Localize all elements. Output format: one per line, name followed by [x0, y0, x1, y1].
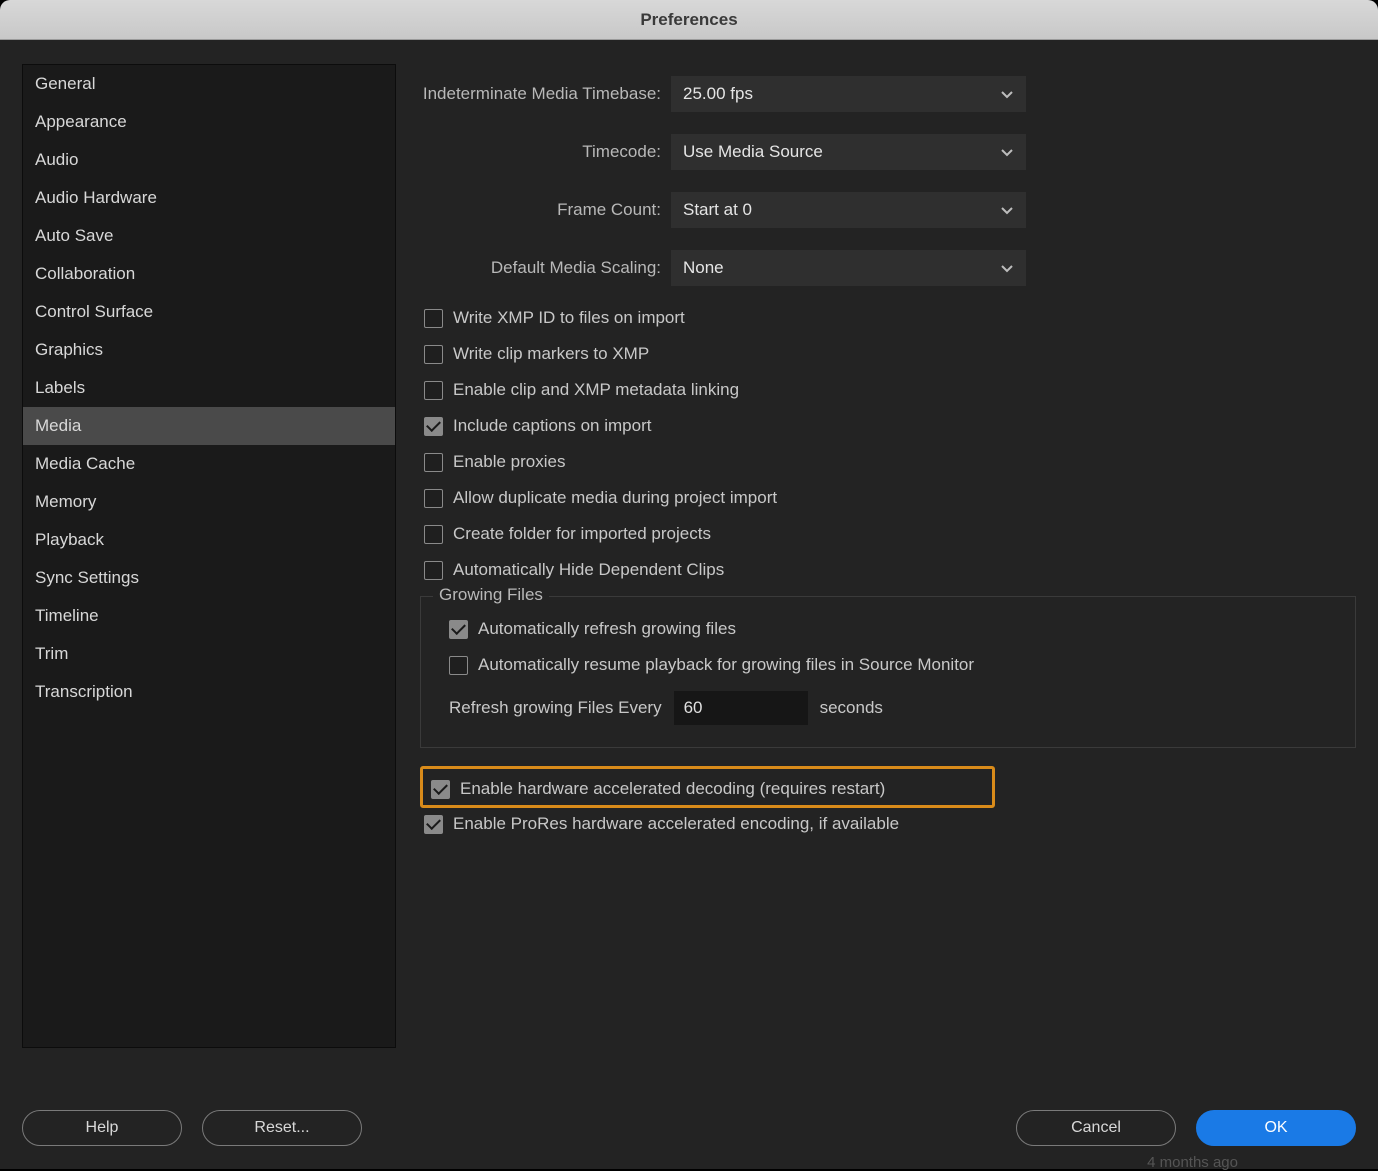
- checkbox-allow-duplicate[interactable]: Allow duplicate media during project imp…: [420, 488, 1356, 508]
- dialog-footer: Help Reset... Cancel OK: [22, 1087, 1356, 1149]
- checkbox-icon: [424, 345, 443, 364]
- label-timebase: Indeterminate Media Timebase:: [420, 84, 671, 104]
- checkbox-include-captions[interactable]: Include captions on import: [420, 416, 1356, 436]
- cancel-button[interactable]: Cancel: [1016, 1110, 1176, 1146]
- select-timecode[interactable]: Use Media Source: [671, 134, 1026, 170]
- sidebar-item-memory[interactable]: Memory: [23, 483, 395, 521]
- checkbox-label: Automatically Hide Dependent Clips: [453, 560, 724, 580]
- sidebar-item-transcription[interactable]: Transcription: [23, 673, 395, 711]
- checkbox-icon: [449, 656, 468, 675]
- checkbox-hide-dependent[interactable]: Automatically Hide Dependent Clips: [420, 560, 1356, 580]
- checkbox-icon: [431, 780, 450, 799]
- label-scaling: Default Media Scaling:: [420, 258, 671, 278]
- select-timebase-value: 25.00 fps: [683, 84, 753, 104]
- checkbox-label: Enable clip and XMP metadata linking: [453, 380, 739, 400]
- checkbox-icon: [424, 381, 443, 400]
- refresh-interval-row: Refresh growing Files Every 60 seconds: [445, 691, 1331, 725]
- checkbox-label: Create folder for imported projects: [453, 524, 711, 544]
- ghost-timestamp: 4 months ago: [1147, 1154, 1238, 1171]
- checkbox-auto-resume-growing[interactable]: Automatically resume playback for growin…: [445, 655, 1331, 675]
- checkbox-enable-proxies[interactable]: Enable proxies: [420, 452, 1356, 472]
- category-sidebar: GeneralAppearanceAudioAudio HardwareAuto…: [22, 64, 396, 1048]
- checkbox-label: Automatically resume playback for growin…: [478, 655, 974, 675]
- sidebar-item-media[interactable]: Media: [23, 407, 395, 445]
- checkbox-icon: [424, 309, 443, 328]
- checkbox-write-xmp-id[interactable]: Write XMP ID to files on import: [420, 308, 1356, 328]
- checkbox-label: Automatically refresh growing files: [478, 619, 736, 639]
- select-framecount-value: Start at 0: [683, 200, 752, 220]
- sidebar-item-audio-hardware[interactable]: Audio Hardware: [23, 179, 395, 217]
- chevron-down-icon: [1000, 203, 1014, 217]
- chevron-down-icon: [1000, 145, 1014, 159]
- select-timebase[interactable]: 25.00 fps: [671, 76, 1026, 112]
- media-settings-panel: Indeterminate Media Timebase: 25.00 fps …: [420, 64, 1356, 1087]
- checkbox-icon: [424, 417, 443, 436]
- select-scaling[interactable]: None: [671, 250, 1026, 286]
- select-timecode-value: Use Media Source: [683, 142, 823, 162]
- checkbox-label: Enable hardware accelerated decoding (re…: [460, 779, 885, 799]
- highlighted-option: Enable hardware accelerated decoding (re…: [420, 766, 995, 808]
- checkbox-auto-refresh-growing[interactable]: Automatically refresh growing files: [445, 619, 1331, 639]
- sidebar-item-control-surface[interactable]: Control Surface: [23, 293, 395, 331]
- checkbox-label: Write XMP ID to files on import: [453, 308, 685, 328]
- help-button[interactable]: Help: [22, 1110, 182, 1146]
- refresh-suffix: seconds: [820, 698, 883, 718]
- sidebar-item-labels[interactable]: Labels: [23, 369, 395, 407]
- checkbox-label: Allow duplicate media during project imp…: [453, 488, 777, 508]
- sidebar-item-playback[interactable]: Playback: [23, 521, 395, 559]
- row-framecount: Frame Count: Start at 0: [420, 192, 1356, 228]
- sidebar-item-sync-settings[interactable]: Sync Settings: [23, 559, 395, 597]
- checkbox-icon: [449, 620, 468, 639]
- sidebar-item-trim[interactable]: Trim: [23, 635, 395, 673]
- preferences-body: GeneralAppearanceAudioAudio HardwareAuto…: [0, 40, 1378, 1169]
- refresh-seconds-input[interactable]: 60: [674, 691, 808, 725]
- checkbox-label: Write clip markers to XMP: [453, 344, 649, 364]
- select-framecount[interactable]: Start at 0: [671, 192, 1026, 228]
- sidebar-item-appearance[interactable]: Appearance: [23, 103, 395, 141]
- label-timecode: Timecode:: [420, 142, 671, 162]
- row-timecode: Timecode: Use Media Source: [420, 134, 1356, 170]
- chevron-down-icon: [1000, 87, 1014, 101]
- growing-files-fieldset: Growing Files Automatically refresh grow…: [420, 596, 1356, 748]
- checkbox-label: Enable ProRes hardware accelerated encod…: [453, 814, 899, 834]
- label-framecount: Frame Count:: [420, 200, 671, 220]
- checkbox-write-clip-markers[interactable]: Write clip markers to XMP: [420, 344, 1356, 364]
- sidebar-item-audio[interactable]: Audio: [23, 141, 395, 179]
- sidebar-item-general[interactable]: General: [23, 65, 395, 103]
- sidebar-item-graphics[interactable]: Graphics: [23, 331, 395, 369]
- select-scaling-value: None: [683, 258, 724, 278]
- checkbox-xmp-linking[interactable]: Enable clip and XMP metadata linking: [420, 380, 1356, 400]
- checkbox-icon: [424, 815, 443, 834]
- refresh-prefix: Refresh growing Files Every: [449, 698, 662, 718]
- sidebar-item-media-cache[interactable]: Media Cache: [23, 445, 395, 483]
- checkbox-icon: [424, 453, 443, 472]
- checkbox-icon: [424, 489, 443, 508]
- window-titlebar: Preferences: [0, 0, 1378, 40]
- sidebar-item-timeline[interactable]: Timeline: [23, 597, 395, 635]
- checkbox-label: Enable proxies: [453, 452, 565, 472]
- checkbox-label: Include captions on import: [453, 416, 651, 436]
- checkbox-icon: [424, 525, 443, 544]
- checkbox-prores-hw-encoding[interactable]: Enable ProRes hardware accelerated encod…: [420, 814, 1356, 834]
- sidebar-item-auto-save[interactable]: Auto Save: [23, 217, 395, 255]
- main-area: GeneralAppearanceAudioAudio HardwareAuto…: [22, 64, 1356, 1087]
- checkbox-hw-accelerated-decoding[interactable]: Enable hardware accelerated decoding (re…: [427, 779, 988, 799]
- row-timebase: Indeterminate Media Timebase: 25.00 fps: [420, 76, 1356, 112]
- window-title: Preferences: [640, 10, 737, 30]
- row-scaling: Default Media Scaling: None: [420, 250, 1356, 286]
- checkbox-create-folder[interactable]: Create folder for imported projects: [420, 524, 1356, 544]
- checkbox-icon: [424, 561, 443, 580]
- reset-button[interactable]: Reset...: [202, 1110, 362, 1146]
- ok-button[interactable]: OK: [1196, 1110, 1356, 1146]
- growing-files-legend: Growing Files: [433, 585, 549, 605]
- chevron-down-icon: [1000, 261, 1014, 275]
- sidebar-item-collaboration[interactable]: Collaboration: [23, 255, 395, 293]
